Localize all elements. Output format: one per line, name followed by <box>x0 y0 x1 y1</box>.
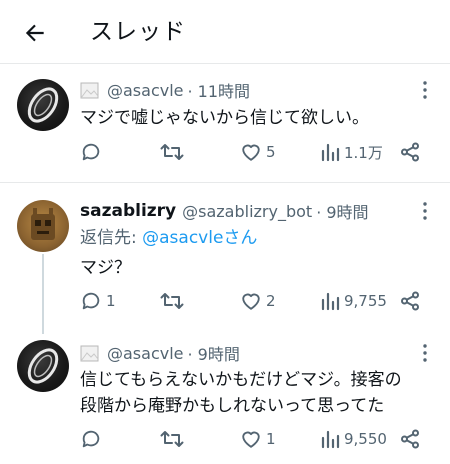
heart-icon <box>242 144 260 161</box>
reply-button[interactable]: 1 <box>80 286 116 316</box>
tweet-header: @asacvle · 9時間 <box>80 340 240 366</box>
replying-to: 返信先: @asacvleさん <box>80 225 257 251</box>
share-icon <box>401 142 419 162</box>
views-button[interactable]: 9,550 <box>320 424 387 454</box>
views-button[interactable]: 1.1万 <box>320 137 383 167</box>
retweet-button[interactable] <box>160 424 184 454</box>
avatar[interactable] <box>17 200 69 252</box>
tweet-text: マジ？ <box>80 258 131 278</box>
like-count: 2 <box>266 292 276 310</box>
retweet-button[interactable] <box>160 286 184 316</box>
view-count: 9,550 <box>344 430 387 448</box>
user-handle[interactable]: @asacvle <box>107 81 184 100</box>
tweet[interactable]: sazablizry @sazablizry_bot · 9時間 返信先: @a… <box>0 184 450 334</box>
top-bar: スレッド <box>0 0 450 64</box>
replying-to-label: 返信先: <box>80 228 143 248</box>
arrow-left-icon <box>25 24 44 42</box>
tweet[interactable]: @asacvle · 11時間 マジで嘘じゃないから信じて欲しい。 5 1.1万 <box>0 65 450 183</box>
reply-button[interactable] <box>80 424 102 454</box>
reply-icon <box>82 430 100 448</box>
views-chart-icon <box>321 143 340 162</box>
timestamp[interactable]: · 11時間 <box>188 78 251 102</box>
avatar-logo-icon <box>27 87 59 123</box>
avatar-logo-icon <box>27 348 59 384</box>
like-button[interactable]: 1 <box>240 424 276 454</box>
avatar[interactable] <box>17 79 69 131</box>
tweet-actions: 1 9,550 <box>70 424 430 454</box>
like-count: 1 <box>266 430 276 448</box>
share-button[interactable] <box>400 137 420 167</box>
like-count: 5 <box>266 143 276 161</box>
tweet-actions: 5 1.1万 <box>70 137 430 167</box>
more-options-icon[interactable] <box>422 80 428 100</box>
heart-icon <box>242 293 260 310</box>
replying-to-handle[interactable]: @asacvleさん <box>142 228 257 248</box>
more-options-icon[interactable] <box>422 343 428 363</box>
share-button[interactable] <box>400 424 420 454</box>
more-options-icon[interactable] <box>422 201 428 221</box>
page-title: スレッド <box>90 19 186 45</box>
tweet-text-line: 信じてもらえないかもだけどマジ。接客の <box>80 370 402 390</box>
timestamp[interactable]: · 9時間 <box>188 341 240 365</box>
tweet-text: マジで嘘じゃないから信じて欲しい。 <box>80 108 369 128</box>
views-chart-icon <box>321 292 340 311</box>
retweet-icon <box>160 293 184 309</box>
retweet-icon <box>160 431 184 447</box>
thread-connector-line <box>42 254 44 334</box>
flag-icon <box>80 344 99 363</box>
share-icon <box>401 291 419 311</box>
heart-icon <box>242 431 260 448</box>
retweet-icon <box>160 144 184 160</box>
tweet-header: sazablizry @sazablizry_bot · 9時間 <box>80 198 369 224</box>
retweet-button[interactable] <box>160 137 184 167</box>
flag-icon <box>80 81 99 100</box>
user-handle[interactable]: @sazablizry_bot <box>182 202 312 221</box>
tweet-header: @asacvle · 11時間 <box>80 77 250 103</box>
share-icon <box>401 429 419 449</box>
avatar[interactable] <box>17 340 69 392</box>
tweet-text-line: 段階から庵野かもしれないって思ってた <box>80 396 385 416</box>
reply-button[interactable] <box>80 137 102 167</box>
back-button[interactable] <box>18 16 52 50</box>
display-name[interactable]: sazablizry <box>80 201 176 221</box>
tweet[interactable]: @asacvle · 9時間 信じてもらえないかもだけどマジ。接客の 段階から庵… <box>0 328 450 464</box>
reply-icon <box>82 143 100 161</box>
share-button[interactable] <box>400 286 420 316</box>
timestamp[interactable]: · 9時間 <box>316 199 368 223</box>
view-count: 1.1万 <box>344 143 383 162</box>
views-button[interactable]: 9,755 <box>320 286 387 316</box>
reply-count: 1 <box>106 292 116 310</box>
tweet-actions: 1 2 9,755 <box>70 286 430 316</box>
view-count: 9,755 <box>344 292 387 310</box>
user-handle[interactable]: @asacvle <box>107 344 184 363</box>
like-button[interactable]: 5 <box>240 137 276 167</box>
views-chart-icon <box>321 430 340 449</box>
reply-icon <box>82 292 100 310</box>
like-button[interactable]: 2 <box>240 286 276 316</box>
avatar-robot-icon <box>31 208 55 240</box>
